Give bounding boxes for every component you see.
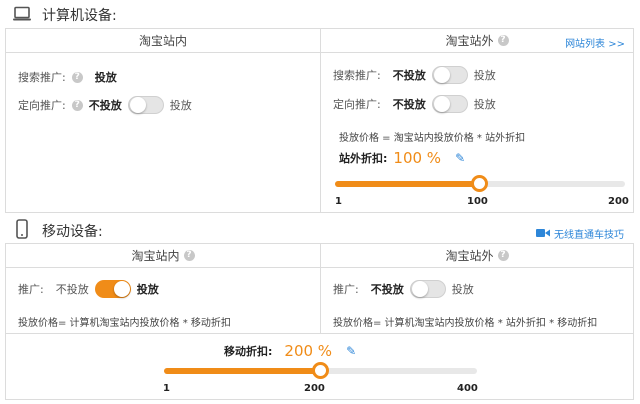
phone-icon — [12, 219, 32, 242]
outside-discount-row: 站外折扣: 100 % ✎ — [339, 149, 465, 167]
promo-toggle[interactable] — [94, 280, 131, 298]
slider-thumb[interactable] — [312, 362, 330, 379]
laptop-icon — [12, 6, 32, 25]
slider-fill — [164, 368, 321, 374]
computer-panel: 淘宝站内 搜索推广: ? 投放 定向推广: ? 不投放 投放 淘宝站外 ? 网站… — [5, 28, 634, 213]
mobile-discount-label: 移动折扣: — [224, 345, 273, 358]
promo-label: 推广: — [18, 283, 44, 296]
promo-on-label: 投放 — [451, 283, 474, 296]
mobile-outside-header: 淘宝站外 ? — [321, 244, 633, 268]
search-value: 投放 — [94, 71, 117, 84]
target-on-label: 投放 — [169, 99, 192, 112]
computer-inside-column: 淘宝站内 搜索推广: ? 投放 定向推广: ? 不投放 投放 — [6, 29, 320, 212]
promo-off-label: 不投放 — [55, 283, 89, 296]
mobile-outside-column: 淘宝站外 ? 推广: 不投放 投放 投放价格= 计算机淘宝站内投放价格 * 站外… — [321, 244, 633, 333]
computer-inside-header: 淘宝站内 — [6, 29, 320, 53]
target-label: 定向推广: — [18, 99, 66, 112]
slider-mid-label: 100 — [467, 196, 488, 207]
slider-min-label: 1 — [163, 383, 170, 394]
pencil-icon[interactable]: ✎ — [455, 151, 465, 165]
pencil-icon[interactable]: ✎ — [346, 344, 356, 358]
slider-max-label: 200 — [608, 196, 629, 207]
mobile-inside-promo-row: 推广: 不投放 投放 — [18, 280, 159, 298]
mobile-outside-formula: 投放价格= 计算机淘宝站内投放价格 * 站外折扣 * 移动折扣 — [333, 318, 598, 329]
outside-price-formula: 投放价格 = 淘宝站内投放价格 * 站外折扣 — [339, 133, 526, 144]
help-icon[interactable]: ? — [497, 35, 509, 46]
search-label: 搜索推广: — [18, 71, 66, 84]
outside-discount-label: 站外折扣: — [339, 152, 388, 165]
computer-outside-column: 淘宝站外 ? 网站列表 >> 搜索推广: 不投放 投放 定向推广: 不投放 投放… — [321, 29, 633, 212]
mobile-title: 移动设备: — [42, 223, 103, 240]
slider-fill — [335, 181, 480, 187]
slider-thumb[interactable] — [471, 175, 489, 192]
target-toggle[interactable] — [127, 96, 164, 114]
slider-max-label: 400 — [457, 383, 478, 394]
promo-on-label: 投放 — [136, 283, 159, 296]
mobile-section-title: 移动设备: — [12, 219, 103, 242]
help-icon[interactable]: ? — [71, 71, 83, 83]
mobile-discount-value: 200 % — [284, 342, 333, 360]
help-icon[interactable]: ? — [183, 250, 195, 261]
mobile-inside-formula: 投放价格= 计算机淘宝站内投放价格 * 移动折扣 — [18, 318, 231, 329]
mobile-discount-row: 移动折扣: 200 % ✎ — [224, 342, 356, 360]
target-label: 定向推广: — [333, 98, 381, 111]
help-icon[interactable]: ? — [71, 99, 83, 111]
computer-title: 计算机设备: — [42, 8, 117, 24]
site-list-link[interactable]: 网站列表 >> — [565, 35, 625, 50]
slider-min-label: 1 — [335, 196, 342, 207]
computer-inside-search-row: 搜索推广: ? 投放 — [18, 69, 117, 85]
target-toggle[interactable] — [431, 95, 468, 113]
mobile-inside-column: 淘宝站内 ? 推广: 不投放 投放 投放价格= 计算机淘宝站内投放价格 * 移动… — [6, 244, 320, 333]
search-label: 搜索推广: — [333, 69, 381, 82]
mobile-outside-promo-row: 推广: 不投放 投放 — [333, 280, 474, 298]
mobile-tips-link[interactable]: 无线直通车技巧 — [536, 226, 624, 241]
target-off-label: 不投放 — [392, 98, 426, 111]
computer-outside-search-row: 搜索推广: 不投放 投放 — [333, 66, 496, 84]
target-off-label: 不投放 — [88, 99, 122, 112]
slider-mid-label: 200 — [304, 383, 325, 394]
promo-label: 推广: — [333, 283, 359, 296]
computer-inside-target-row: 定向推广: ? 不投放 投放 — [18, 96, 192, 114]
promo-toggle[interactable] — [409, 280, 446, 298]
outside-discount-slider[interactable] — [335, 175, 625, 192]
computer-section-title: 计算机设备: — [12, 5, 117, 25]
computer-outside-target-row: 定向推广: 不投放 投放 — [333, 95, 496, 113]
help-icon[interactable]: ? — [497, 250, 509, 261]
mobile-inside-header: 淘宝站内 ? — [6, 244, 320, 268]
outside-discount-value: 100 % — [393, 149, 442, 167]
search-off-label: 不投放 — [392, 69, 426, 82]
video-camera-icon — [536, 227, 550, 241]
promo-off-label: 不投放 — [370, 283, 404, 296]
search-on-label: 投放 — [473, 69, 496, 82]
mobile-panel: 淘宝站内 ? 推广: 不投放 投放 投放价格= 计算机淘宝站内投放价格 * 移动… — [5, 243, 634, 400]
search-toggle[interactable] — [431, 66, 468, 84]
mobile-discount-slider[interactable] — [164, 362, 477, 379]
target-on-label: 投放 — [473, 98, 496, 111]
